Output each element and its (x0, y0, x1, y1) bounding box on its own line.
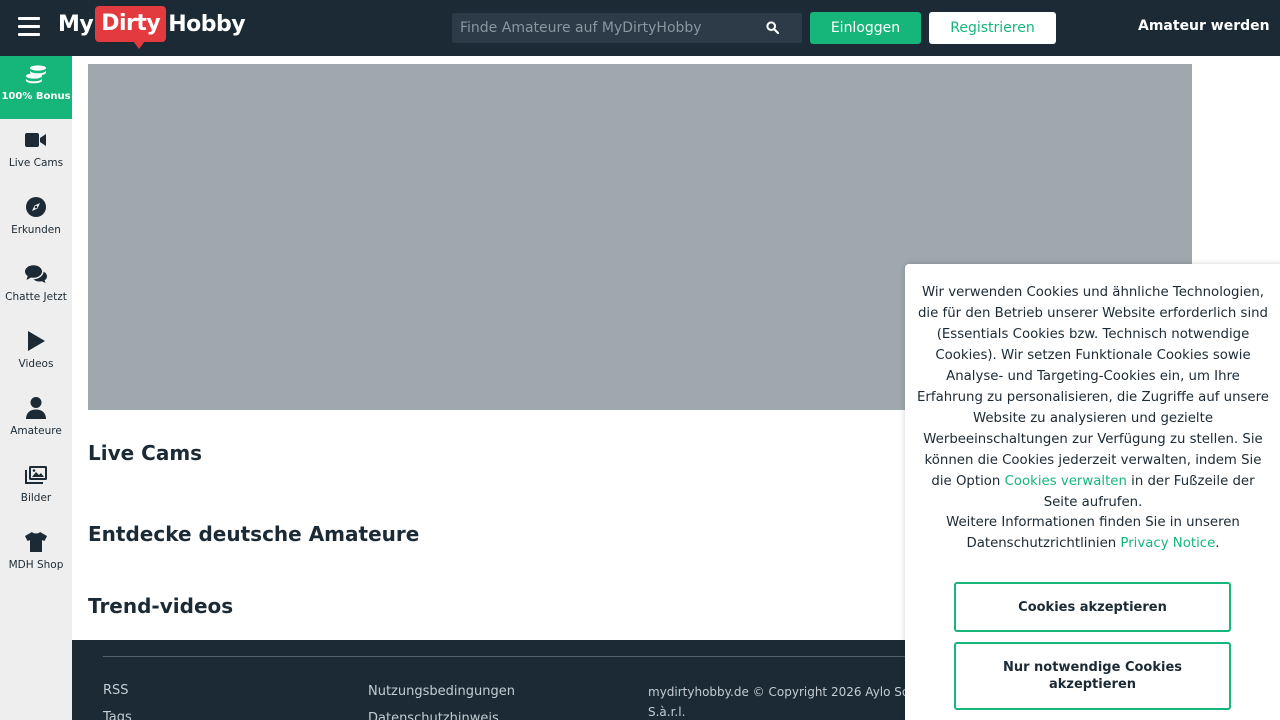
cookie-more-info-text: Weitere Informationen finden Sie in unse… (913, 512, 1273, 554)
sidebar-item-explore[interactable]: Erkunden (0, 186, 72, 253)
coins-icon (25, 64, 47, 86)
sidebar: 100% Bonus Live Cams Erkunden Chatte Jet… (0, 56, 72, 720)
sidebar-item-bonus[interactable]: 100% Bonus (0, 56, 72, 119)
shirt-icon (25, 531, 47, 553)
search-button[interactable] (742, 13, 802, 43)
site-logo[interactable]: My Dirty Hobby (58, 6, 246, 49)
accept-necessary-cookies-button[interactable]: Nur notwendige Cookies akzeptieren (954, 642, 1231, 710)
become-amateur-link[interactable]: Amateur werden (1138, 18, 1270, 34)
menu-icon[interactable] (18, 17, 40, 37)
cookie-text-part: Wir verwenden Cookies und ähnliche Techn… (917, 285, 1269, 489)
footer-link-rss[interactable]: RSS (103, 683, 129, 698)
sidebar-item-label: Chatte Jetzt (5, 291, 67, 303)
section-title-live-cams: Live Cams (88, 441, 203, 465)
register-button[interactable]: Registrieren (929, 12, 1056, 44)
privacy-notice-link[interactable]: Privacy Notice (1120, 536, 1215, 551)
section-title-discover-amateurs: Entdecke deutsche Amateure (88, 522, 420, 546)
sidebar-item-shop[interactable]: MDH Shop (0, 521, 72, 588)
video-camera-icon (25, 129, 47, 151)
section-title-trend-videos: Trend-videos (88, 594, 234, 618)
sidebar-item-chat[interactable]: Chatte Jetzt (0, 253, 72, 320)
chat-icon (25, 263, 47, 285)
sidebar-item-label: MDH Shop (8, 559, 64, 571)
sidebar-item-label: Videos (18, 358, 54, 370)
search-box (452, 13, 802, 43)
sidebar-item-live-cams[interactable]: Live Cams (0, 119, 72, 186)
footer-link-terms[interactable]: Nutzungsbedingungen (368, 684, 515, 699)
cookie-consent-panel: Wir verwenden Cookies und ähnliche Techn… (905, 264, 1280, 720)
manage-cookies-link[interactable]: Cookies verwalten (1005, 474, 1127, 489)
sidebar-item-label: Erkunden (11, 224, 61, 236)
search-input[interactable] (452, 13, 762, 43)
user-icon (25, 397, 47, 419)
logo-text-hobby: Hobby (168, 12, 246, 37)
sidebar-item-amateurs[interactable]: Amateure (0, 387, 72, 454)
sidebar-item-videos[interactable]: Videos (0, 320, 72, 387)
play-icon (25, 330, 47, 352)
cookie-consent-text: Wir verwenden Cookies und ähnliche Techn… (913, 282, 1273, 513)
compass-icon (25, 196, 47, 218)
search-icon (765, 19, 779, 38)
footer-link-privacy[interactable]: Datenschutzhinweis (368, 711, 499, 720)
login-button[interactable]: Einloggen (810, 12, 921, 44)
top-header: My Dirty Hobby Einloggen Registrieren Am… (0, 0, 1280, 56)
sidebar-item-label: Amateure (10, 425, 62, 437)
sidebar-item-label: 100% Bonus (1, 91, 71, 102)
logo-text-dirty: Dirty (95, 6, 167, 42)
footer-copyright: mydirtyhobby.de © Copyright 2026 Aylo So… (648, 685, 930, 719)
sidebar-item-pictures[interactable]: Bilder (0, 454, 72, 521)
sidebar-item-label: Bilder (20, 492, 52, 504)
sidebar-item-label: Live Cams (8, 157, 64, 169)
images-icon (25, 464, 47, 486)
footer-link-tags[interactable]: Tags (103, 710, 132, 720)
logo-text-my: My (58, 12, 94, 37)
accept-cookies-button[interactable]: Cookies akzeptieren (954, 582, 1231, 632)
cookie-text-part: . (1215, 536, 1220, 551)
